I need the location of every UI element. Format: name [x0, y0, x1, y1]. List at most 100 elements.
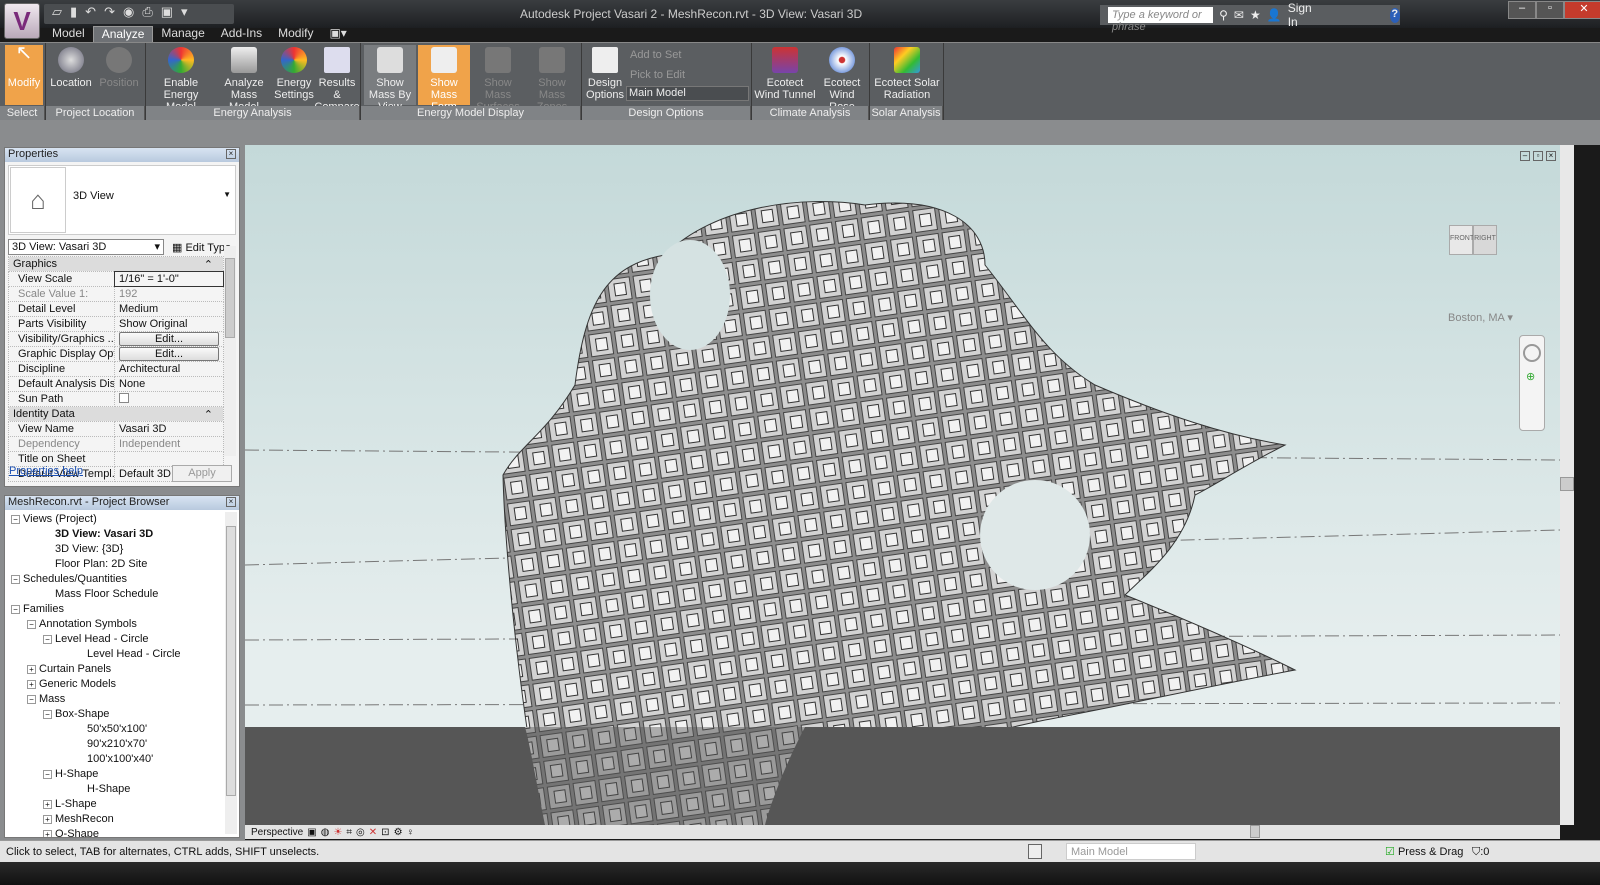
browser-item[interactable]: − Families [5, 602, 239, 617]
browser-item[interactable]: − Mass [5, 692, 239, 707]
tab-model[interactable]: Model [44, 26, 93, 42]
edit-button[interactable]: Edit... [119, 347, 219, 361]
tab-analyze[interactable]: Analyze [92, 26, 154, 42]
collapse-icon[interactable]: − [11, 514, 20, 524]
open-icon[interactable]: ▱ [52, 4, 62, 24]
analysis-icon[interactable]: ♀ [407, 827, 415, 838]
shadows-icon[interactable]: ◍ [321, 827, 330, 838]
show-mass-form-button[interactable]: Show Mass Form [418, 45, 470, 113]
collapse-icon[interactable]: − [27, 694, 36, 704]
3d-viewport[interactable]: – ▫ × FRONT RIGHT Boston, MA ▾ ⊕ [245, 145, 1560, 825]
expand-icon[interactable]: + [43, 799, 52, 809]
property-value[interactable]: Edit... [114, 331, 224, 347]
collapse-icon[interactable]: − [43, 634, 52, 644]
browser-item[interactable]: Mass Floor Schedule [5, 587, 239, 602]
expand-icon[interactable]: + [27, 679, 36, 689]
pick-to-edit-button[interactable]: Pick to Edit [630, 69, 685, 81]
tab-modify[interactable]: Modify [270, 26, 321, 42]
filter-selection[interactable]: ⛉:0 [1472, 841, 1489, 863]
lock-view-icon[interactable]: ⊡ [381, 827, 389, 838]
horizontal-scrollbar[interactable] [485, 825, 1560, 839]
property-value[interactable]: Architectural [114, 361, 224, 377]
browser-item[interactable]: − H-Shape [5, 767, 239, 782]
property-group[interactable]: Identity Data ⌃ [8, 406, 224, 422]
location-button[interactable]: Location [48, 45, 94, 105]
wind-rose-button[interactable]: Ecotect Wind Rose [816, 45, 868, 113]
maximize-button[interactable]: ▫ [1536, 1, 1564, 19]
property-row[interactable]: Parts Visibility Show Original [8, 316, 224, 332]
sun-path-icon[interactable]: ☀ [333, 827, 342, 838]
edit-type-button[interactable]: ▦ Edit Type [172, 241, 231, 254]
property-value[interactable]: Independent [114, 436, 224, 452]
property-value[interactable]: Show Original [114, 316, 224, 332]
collapse-icon[interactable]: − [11, 604, 20, 614]
customize-icon[interactable]: ▾ [181, 4, 188, 24]
close-icon[interactable]: × [226, 149, 236, 159]
properties-scrollbar[interactable] [224, 246, 236, 456]
browser-item[interactable]: − Views (Project) [5, 512, 239, 527]
property-value[interactable]: 1/16" = 1'-0" [114, 271, 224, 287]
vertical-scrollbar[interactable] [1560, 145, 1574, 825]
tab-extra[interactable]: ▣▾ [321, 26, 354, 42]
add-to-set-button[interactable]: Add to Set [630, 49, 681, 61]
save-icon[interactable]: ▮ [70, 4, 77, 24]
tab-manage[interactable]: Manage [153, 26, 212, 42]
reveal-hidden-icon[interactable]: ✕ [369, 827, 377, 838]
property-row[interactable]: Scale Value 1: 192 [8, 286, 224, 302]
crop-icon[interactable]: ⌗ [346, 827, 352, 838]
collapse-icon[interactable]: − [27, 619, 36, 629]
close-button[interactable]: ✕ [1564, 1, 1600, 19]
analyze-mass-model-button[interactable]: Analyze Mass Model [216, 45, 272, 113]
browser-item[interactable]: − Annotation Symbols [5, 617, 239, 632]
show-mass-zones-button[interactable]: Show Mass Zones [526, 45, 578, 113]
worksets-icon[interactable] [1028, 844, 1042, 859]
close-icon[interactable]: × [226, 497, 236, 507]
property-row[interactable]: Default Analysis Dis... None [8, 376, 224, 392]
close-view-button[interactable]: × [1546, 151, 1556, 161]
browser-item[interactable]: + Curtain Panels [5, 662, 239, 677]
property-row[interactable]: Sun Path [8, 391, 224, 407]
property-value[interactable]: Vasari 3D [114, 421, 224, 437]
modify-button[interactable]: ↖ Modify [5, 43, 43, 105]
visual-style-icon[interactable]: ▣ [307, 827, 316, 838]
solar-radiation-button[interactable]: Ecotect Solar Radiation [872, 45, 942, 105]
favorites-star-icon[interactable]: ★ [1250, 8, 1261, 22]
mesh-model[interactable] [245, 145, 1560, 825]
design-options-button[interactable]: Design Options [585, 45, 625, 105]
property-row[interactable]: Discipline Architectural [8, 361, 224, 377]
browser-item[interactable]: H-Shape [5, 782, 239, 797]
browser-item[interactable]: − Schedules/Quantities [5, 572, 239, 587]
property-row[interactable]: Detail Level Medium [8, 301, 224, 317]
property-group[interactable]: Graphics ⌃ [8, 256, 224, 272]
press-drag-toggle[interactable]: ☑ Press & Drag [1385, 841, 1463, 863]
3d-view-icon[interactable]: ◉ [123, 4, 134, 24]
results-compare-button[interactable]: Results & Compare [314, 45, 360, 113]
help-icon[interactable]: ? [1389, 7, 1400, 23]
location-label[interactable]: Boston, MA ▾ [1448, 311, 1513, 324]
expand-icon[interactable]: + [43, 814, 52, 824]
app-menu-button[interactable]: V [4, 3, 40, 39]
expand-icon[interactable]: + [43, 829, 52, 837]
browser-item[interactable]: 3D View: Vasari 3D [5, 527, 239, 542]
property-value[interactable]: Medium [114, 301, 224, 317]
browser-item[interactable]: + O-Shape [5, 827, 239, 837]
property-row[interactable]: View Name Vasari 3D [8, 421, 224, 437]
browser-item[interactable]: + MeshRecon [5, 812, 239, 827]
browser-item[interactable]: − Level Head - Circle [5, 632, 239, 647]
sign-in-button[interactable]: Sign In [1288, 1, 1314, 29]
properties-help-link[interactable]: Properties help [9, 465, 83, 477]
browser-item[interactable]: + Generic Models [5, 677, 239, 692]
collapse-icon[interactable]: − [43, 709, 52, 719]
viewcube[interactable]: FRONT RIGHT [1445, 225, 1505, 265]
binoculars-icon[interactable]: ⚲ [1219, 8, 1228, 22]
browser-item[interactable]: 50'x50'x100' [5, 722, 239, 737]
chevron-down-icon[interactable]: ▼ [223, 190, 231, 199]
temp-hide-icon[interactable]: ◎ [356, 827, 365, 838]
property-row[interactable]: Graphic Display Opt... Edit... [8, 346, 224, 362]
minimize-button[interactable]: – [1508, 1, 1536, 19]
position-button[interactable]: Position [96, 45, 142, 105]
property-value[interactable]: Edit... [114, 346, 224, 362]
property-value[interactable] [114, 391, 224, 407]
viewcube-right[interactable]: RIGHT [1473, 225, 1497, 255]
active-design-option[interactable]: Main Model [1066, 843, 1196, 860]
